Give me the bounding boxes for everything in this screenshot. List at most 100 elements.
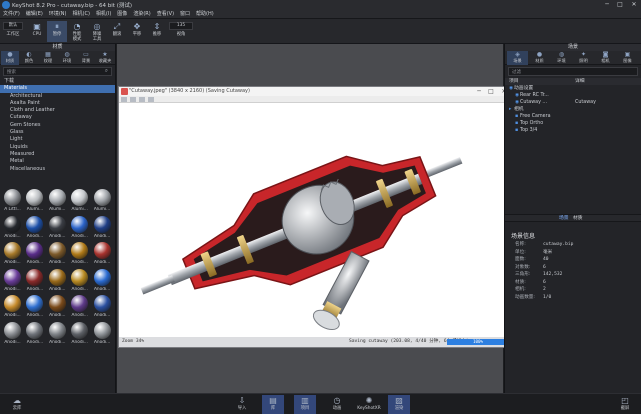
tab-image[interactable]: ▣ 图像 [617,51,638,65]
material-thumbnail[interactable]: Anodi... [69,241,90,267]
keyshotxr-button[interactable]: ✺ KeyShotXR [356,395,382,414]
material-thumbnail[interactable]: Alumi... [92,188,113,214]
copy-icon[interactable] [130,97,136,102]
tab-environments[interactable]: ◍ 环境 [58,51,76,65]
minimize-button[interactable]: ─ [600,0,614,10]
tree-item-gemstones[interactable]: Gem Stones [0,122,115,129]
denoise-button[interactable]: ◎ 降噪 工具 [87,21,107,42]
material-thumbnail[interactable]: Anodi... [69,321,90,347]
scene-tree-row[interactable]: ▪ Free Camera [505,113,641,120]
pause-button[interactable]: ⏸ 暂停 [47,21,67,42]
workspace-select[interactable]: 默认 工作区 [2,21,24,42]
cloud-library-button[interactable]: ☁ 云库 [6,395,28,414]
subtab-material[interactable]: 材质 [573,215,583,223]
scene-tree-row[interactable]: ◉Cutaway ... Cutaway [505,99,641,106]
material-thumbnail[interactable]: Anodi... [92,215,113,241]
library-search-input[interactable]: 搜索 ⌕ [3,67,112,76]
tree-item-glass[interactable]: Glass [0,129,115,136]
material-thumbnail[interactable]: Alumi... [47,188,68,214]
material-thumbnail[interactable]: Anodi... [92,268,113,294]
performance-mode-button[interactable]: ◔ 性能 模式 [67,21,87,42]
material-thumbnail[interactable]: Anodi... [24,215,45,241]
tree-item-architectural[interactable]: Architectural [0,93,115,100]
scene-filter-input[interactable]: 过滤 [508,67,638,76]
menu-environment[interactable]: 环境(N) [46,10,70,19]
tab-materials[interactable]: ● 材质 [1,51,19,65]
animation-button[interactable]: ◷ 动画 [326,395,348,414]
library-button[interactable]: ▤ 库 [262,395,284,414]
material-thumbnail[interactable]: Alumi... [69,188,90,214]
material-thumbnail[interactable]: Anodi... [47,268,68,294]
tree-item-axalta[interactable]: Axalta Paint [0,100,115,107]
scene-tree-row[interactable]: ◉动画设置 [505,85,641,92]
material-thumbnail[interactable]: Anodi... [2,321,23,347]
material-thumbnail[interactable]: Anodi... [69,294,90,320]
tree-item-cutaway[interactable]: Cutaway [0,114,115,121]
scene-tree-row[interactable]: ▪ Top Ortho [505,120,641,127]
menu-window[interactable]: 窗口 [177,10,193,19]
material-thumbnail[interactable]: Anodi... [24,268,45,294]
material-thumbnail[interactable]: Anodi... [47,241,68,267]
menu-render[interactable]: 渲染(R) [130,10,153,19]
menu-camera-2[interactable]: 相机(I) [93,10,114,19]
material-thumbnail[interactable]: Anodi... [92,294,113,320]
render-button[interactable]: ▨ 渲染 [388,395,410,414]
material-thumbnail[interactable]: Anodi... [92,321,113,347]
translate-button[interactable]: ⤢ 翻滚 [107,21,127,42]
tab-material[interactable]: ● 材质 [529,51,550,65]
material-thumbnail[interactable]: Anodi... [2,215,23,241]
zoom-icon[interactable] [148,97,154,102]
subtab-scene[interactable]: 场景 [559,215,569,223]
material-thumbnail[interactable]: Anodi... [47,215,68,241]
material-thumbnail[interactable]: Anodi... [2,241,23,267]
menu-camera[interactable]: 相机(C) [70,10,93,19]
tree-item-measured[interactable]: Measured [0,151,115,158]
project-button[interactable]: ▥ 项目 [294,395,316,414]
tree-item-cloth[interactable]: Cloth and Leather [0,107,115,114]
tab-backgrounds[interactable]: ▭ 背景 [77,51,95,65]
pan-button[interactable]: ✥ 平移 [127,21,147,42]
material-thumbnail[interactable]: Anodi... [92,241,113,267]
dolly-button[interactable]: ⇕ 推移 [147,21,167,42]
scene-tree-row[interactable]: ▸ 相机 [505,106,641,113]
material-thumbnail[interactable]: Anodi... [69,215,90,241]
image-maximize-button[interactable]: □ [485,87,497,96]
tab-colors[interactable]: ◐ 颜色 [20,51,38,65]
tree-item-materials[interactable]: Materials [0,85,115,93]
tab-environment[interactable]: ◍ 环境 [551,51,572,65]
menu-view[interactable]: 查看(V) [154,10,177,19]
material-thumbnail[interactable]: Anodi... [47,294,68,320]
tree-item-light[interactable]: Light [0,136,115,143]
material-thumbnail[interactable]: Anodi... [24,241,45,267]
material-thumbnail[interactable]: Anodi... [24,321,45,347]
cpu-button[interactable]: ▣ CPU [27,21,47,42]
fov-control[interactable]: 135 视角 [168,21,194,42]
material-thumbnail[interactable]: Anodi... [47,321,68,347]
tab-textures[interactable]: ▦ 纹理 [39,51,57,65]
image-minimize-button[interactable]: ─ [473,87,485,96]
tab-lighting[interactable]: ✦ 照明 [573,51,594,65]
tree-item-liquids[interactable]: Liquids [0,144,115,151]
menu-image[interactable]: 图像 [114,10,130,19]
menu-file[interactable]: 文件(F) [0,10,23,19]
tree-item-metal[interactable]: Metal [0,158,115,165]
import-button[interactable]: ⇩ 导入 [231,395,253,414]
material-thumbnail[interactable]: A Littl... [2,188,23,214]
scene-tree-row[interactable]: ◉Rear RC Tr... [505,92,641,99]
material-thumbnail[interactable]: Anodi... [2,268,23,294]
close-button[interactable]: ✕ [627,0,641,10]
maximize-button[interactable]: □ [613,0,627,10]
tree-item-downloads[interactable]: 下载 [0,78,115,85]
scene-tree-row[interactable]: ▪ Top 3/4 [505,127,641,134]
tree-item-misc[interactable]: Miscellaneous [0,166,115,173]
tab-camera[interactable]: ◙ 相机 [595,51,616,65]
material-thumbnail[interactable]: Anodi... [2,294,23,320]
tab-favorites[interactable]: ★ 收藏夹 [96,51,114,65]
fit-icon[interactable] [139,97,145,102]
material-thumbnail[interactable]: Alumi... [24,188,45,214]
material-thumbnail[interactable]: Anodi... [69,268,90,294]
material-thumbnail[interactable]: Anodi... [24,294,45,320]
tab-scene[interactable]: ◈ 场景 [507,51,528,65]
save-icon[interactable] [121,97,127,102]
menu-help[interactable]: 帮助(H) [193,10,217,19]
